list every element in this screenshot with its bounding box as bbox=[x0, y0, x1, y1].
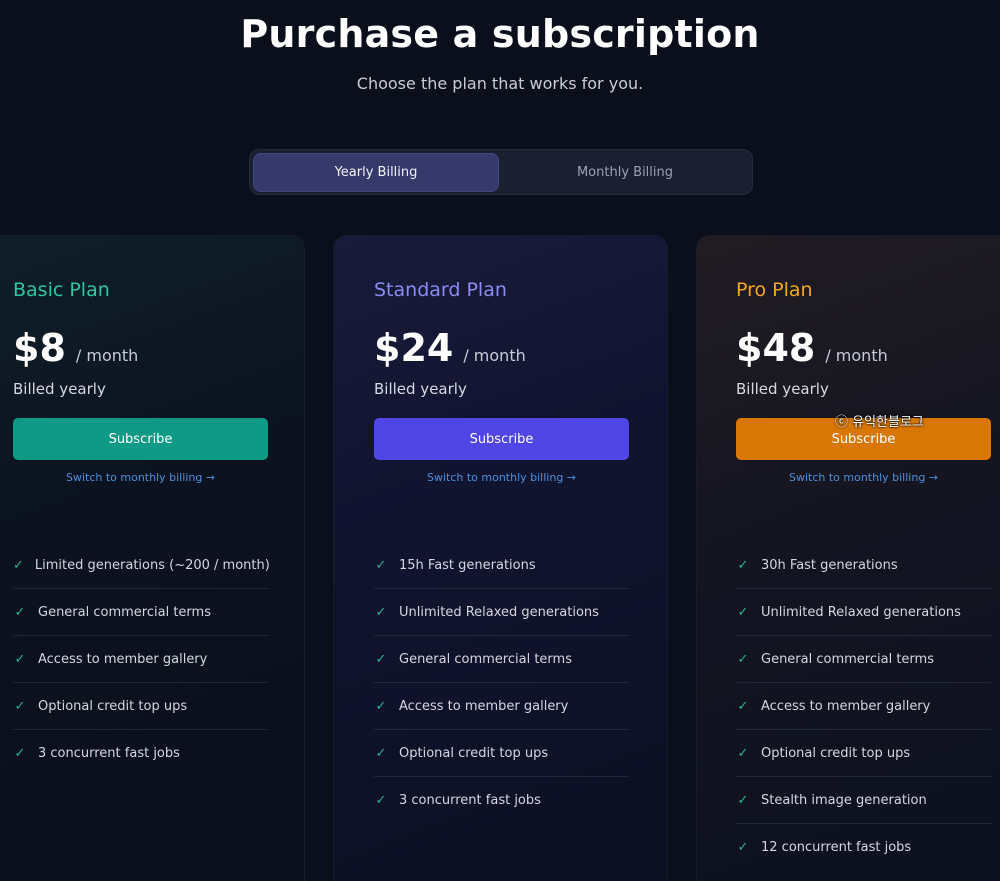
plan-card-pro: Pro Plan $48 / month Billed yearly Subsc… bbox=[696, 235, 1000, 881]
check-icon: ✓ bbox=[737, 792, 749, 808]
plan-card-standard: Standard Plan $24 / month Billed yearly … bbox=[333, 235, 668, 881]
watermark: ⓒ 유익한블로그 bbox=[835, 415, 924, 430]
feature-item: ✓ 3 concurrent fast jobs bbox=[374, 777, 629, 824]
check-icon: ✓ bbox=[737, 604, 749, 620]
check-icon: ✓ bbox=[737, 557, 749, 573]
feature-item: ✓ General commercial terms bbox=[374, 636, 629, 683]
feature-label: Access to member gallery bbox=[761, 698, 931, 714]
plan-name: Standard Plan bbox=[374, 279, 507, 301]
feature-label: Optional credit top ups bbox=[38, 698, 188, 714]
monthly-billing-tab[interactable]: Monthly Billing bbox=[502, 153, 748, 192]
plan-price: $24 bbox=[374, 326, 454, 370]
feature-label: 12 concurrent fast jobs bbox=[761, 840, 912, 855]
billing-note: Billed yearly bbox=[13, 380, 106, 398]
plan-period: / month bbox=[75, 346, 139, 365]
check-icon: ✓ bbox=[13, 557, 24, 573]
feature-item: ✓ 3 concurrent fast jobs bbox=[13, 730, 268, 777]
feature-label: Unlimited Relaxed generations bbox=[761, 604, 961, 620]
plan-price: $8 bbox=[13, 326, 66, 370]
billing-toggle: Yearly Billing Monthly Billing bbox=[249, 149, 753, 195]
feature-label: 30h Fast generations bbox=[761, 557, 898, 573]
switch-to-monthly-link[interactable]: Switch to monthly billing → bbox=[374, 471, 629, 484]
switch-to-monthly-link[interactable]: Switch to monthly billing → bbox=[736, 471, 991, 484]
feature-list: ✓ 15h Fast generations ✓ Unlimited Relaxed … bbox=[374, 542, 629, 824]
check-icon: ✓ bbox=[14, 746, 26, 761]
feature-item: ✓ General commercial terms bbox=[736, 636, 991, 683]
feature-label: Optional credit top ups bbox=[761, 745, 911, 761]
feature-label: General commercial terms bbox=[761, 651, 934, 667]
feature-item: ✓ Optional credit top ups bbox=[374, 730, 629, 777]
feature-label: 3 concurrent fast jobs bbox=[38, 746, 180, 761]
feature-item: ✓ Unlimited Relaxed generations bbox=[374, 589, 629, 636]
subscribe-button-standard[interactable]: Subscribe bbox=[374, 418, 629, 460]
page-subtitle: Choose the plan that works for you. bbox=[356, 74, 644, 93]
check-icon: ✓ bbox=[737, 745, 749, 761]
billing-note: Billed yearly bbox=[374, 380, 467, 398]
plan-name: Basic Plan bbox=[13, 279, 110, 301]
yearly-billing-tab[interactable]: Yearly Billing bbox=[253, 153, 499, 192]
feature-item: ✓ 12 concurrent fast jobs bbox=[736, 824, 991, 871]
feature-label: Access to member gallery bbox=[399, 698, 569, 714]
switch-to-monthly-link[interactable]: Switch to monthly billing → bbox=[13, 471, 268, 484]
check-icon: ✓ bbox=[375, 651, 387, 667]
check-icon: ✓ bbox=[737, 840, 749, 855]
plan-card-basic: Basic Plan $8 / month Billed yearly Subs… bbox=[0, 235, 305, 881]
feature-item: ✓ Access to member gallery bbox=[13, 636, 268, 683]
feature-item: ✓ Optional credit top ups bbox=[736, 730, 991, 777]
check-icon: ✓ bbox=[375, 557, 387, 573]
plan-price: $48 bbox=[736, 326, 816, 370]
feature-label: Stealth image generation bbox=[761, 792, 927, 808]
check-icon: ✓ bbox=[14, 698, 26, 714]
check-icon: ✓ bbox=[375, 745, 387, 761]
feature-label: Access to member gallery bbox=[38, 651, 208, 667]
check-icon: ✓ bbox=[375, 793, 387, 808]
feature-item: ✓ Unlimited Relaxed generations bbox=[736, 589, 991, 636]
check-icon: ✓ bbox=[375, 604, 387, 620]
feature-item: ✓ Access to member gallery bbox=[374, 683, 629, 730]
feature-list: ✓ Limited generations (~200 / month) ✓ Gene… bbox=[13, 542, 270, 777]
check-icon: ✓ bbox=[14, 651, 26, 667]
feature-item: ✓ 15h Fast generations bbox=[374, 542, 629, 589]
feature-list: ✓ 30h Fast generations ✓ Unlimited Relaxed … bbox=[736, 542, 991, 871]
page-title: Purchase a subscription bbox=[240, 12, 760, 56]
plan-period: / month bbox=[463, 346, 526, 365]
plan-period: / month bbox=[825, 346, 888, 365]
plan-name: Pro Plan bbox=[736, 279, 813, 301]
feature-label: 3 concurrent fast jobs bbox=[399, 793, 541, 808]
feature-item: ✓ 30h Fast generations bbox=[736, 542, 991, 589]
feature-item: ✓ General commercial terms bbox=[13, 589, 268, 636]
feature-label: Optional credit top ups bbox=[399, 745, 549, 761]
feature-label: General commercial terms bbox=[38, 604, 211, 620]
feature-item: ✓ Access to member gallery bbox=[736, 683, 991, 730]
feature-label: Unlimited Relaxed generations bbox=[399, 604, 599, 620]
check-icon: ✓ bbox=[375, 698, 387, 714]
check-icon: ✓ bbox=[737, 698, 749, 714]
feature-item: ✓ Limited generations (~200 / month) bbox=[13, 542, 270, 589]
subscribe-button-basic[interactable]: Subscribe bbox=[13, 418, 268, 460]
feature-item: ✓ Optional credit top ups bbox=[13, 683, 268, 730]
billing-note: Billed yearly bbox=[736, 380, 829, 398]
feature-label: Limited generations (~200 / month) bbox=[34, 557, 270, 573]
check-icon: ✓ bbox=[737, 651, 749, 667]
check-icon: ✓ bbox=[14, 604, 26, 620]
feature-label: 15h Fast generations bbox=[399, 557, 536, 573]
feature-label: General commercial terms bbox=[399, 651, 572, 667]
feature-item: ✓ Stealth image generation bbox=[736, 777, 991, 824]
